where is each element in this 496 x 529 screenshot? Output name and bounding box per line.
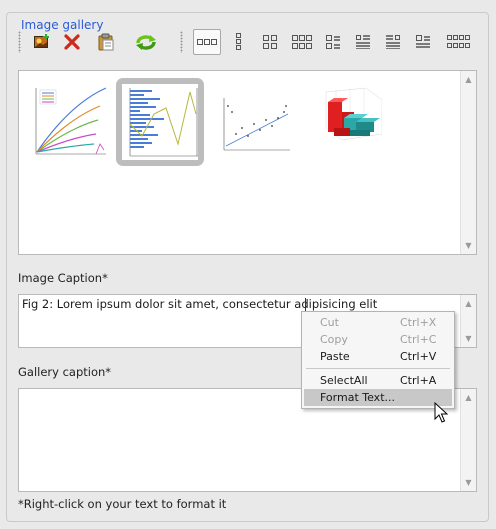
gallery-image-area[interactable]: ▲ ▼ [18,70,477,255]
refresh-button[interactable] [134,30,158,54]
gallery-caption-label: Gallery caption* [18,365,112,379]
paste-icon [98,33,114,51]
menu-item-shortcut: Ctrl+X [400,316,437,329]
toolbar-grip-2[interactable] [180,31,183,53]
gallery-toolbar [18,28,480,56]
insert-image-button[interactable] [30,30,54,54]
menu-separator [306,368,450,369]
text-caret [305,298,306,312]
thumbnail-bar-chart[interactable] [116,78,204,166]
thumbnail-3d-bar-chart[interactable] [300,78,388,166]
gallery-caption-scrollbar[interactable]: ▲ ▼ [460,389,476,491]
layout-1x3-icon [197,39,217,45]
menu-item-select-all[interactable]: SelectAll Ctrl+A [304,372,452,389]
layout-2x2-button[interactable] [258,30,282,54]
scatter-plot-thumbnail-image [223,98,290,151]
bar-chart-thumbnail-image [122,84,198,160]
footnote: *Right-click on your text to format it [18,497,227,511]
layout-right-list-icon [386,35,400,49]
scroll-down-arrow-icon[interactable]: ▼ [463,333,474,344]
menu-item-label: Paste [320,350,350,363]
layout-3x1-button[interactable] [227,30,251,54]
context-menu: Cut Ctrl+X Copy Ctrl+C Paste Ctrl+V Sele… [301,311,455,409]
menu-item-label: Format Text... [320,391,395,404]
paste-button[interactable] [94,30,118,54]
menu-item-shortcut: Ctrl+V [400,350,437,363]
3d-bar-chart-thumbnail-image [325,87,382,141]
image-caption-scrollbar[interactable]: ▲ ▼ [460,295,476,347]
layout-right-list-button[interactable] [381,30,405,54]
mouse-pointer-icon [434,402,448,423]
menu-item-format-text[interactable]: Format Text... [304,389,452,406]
layout-image-list-icon [416,35,430,48]
scroll-up-arrow-icon[interactable]: ▲ [463,298,474,309]
layout-list-button[interactable] [351,30,375,54]
delete-icon [64,34,80,50]
menu-item-label: Copy [320,333,348,346]
menu-item-shortcut: Ctrl+A [400,374,437,387]
menu-item-paste[interactable]: Paste Ctrl+V [304,348,452,365]
image-caption-label: Image Caption* [18,271,108,285]
layout-3x1-icon [236,33,241,50]
delete-button[interactable] [60,30,84,54]
image-caption-text: Fig 2: Lorem ipsum dolor sit amet, conse… [22,297,378,311]
layout-list-icon [356,35,370,49]
layout-1x3-button[interactable] [193,29,221,55]
insert-image-icon [34,34,49,48]
thumbnail-scatter-plot[interactable] [208,78,296,166]
thumbnail-line-chart[interactable] [24,78,112,166]
scroll-down-arrow-icon[interactable]: ▼ [463,240,474,251]
refresh-icon [136,35,156,50]
line-chart-thumbnail-image [35,87,106,155]
menu-item-copy[interactable]: Copy Ctrl+C [304,331,452,348]
layout-2x3-button[interactable] [288,30,316,54]
menu-item-shortcut: Ctrl+C [400,333,437,346]
layout-left-list-icon [326,35,340,49]
scroll-up-arrow-icon[interactable]: ▲ [463,392,474,403]
layout-4x2-icon [447,35,470,48]
scroll-up-arrow-icon[interactable]: ▲ [463,74,474,85]
menu-item-label: SelectAll [320,374,368,387]
gallery-scrollbar[interactable]: ▲ ▼ [460,71,476,254]
menu-item-label: Cut [320,316,339,329]
scroll-down-arrow-icon[interactable]: ▼ [463,477,474,488]
layout-2x3-icon [292,35,312,49]
layout-image-list-button[interactable] [411,30,435,54]
toolbar-grip[interactable] [18,31,21,53]
layout-left-list-button[interactable] [321,30,345,54]
layout-4x2-button[interactable] [444,30,474,54]
layout-2x2-icon [263,35,277,49]
menu-item-cut[interactable]: Cut Ctrl+X [304,314,452,331]
